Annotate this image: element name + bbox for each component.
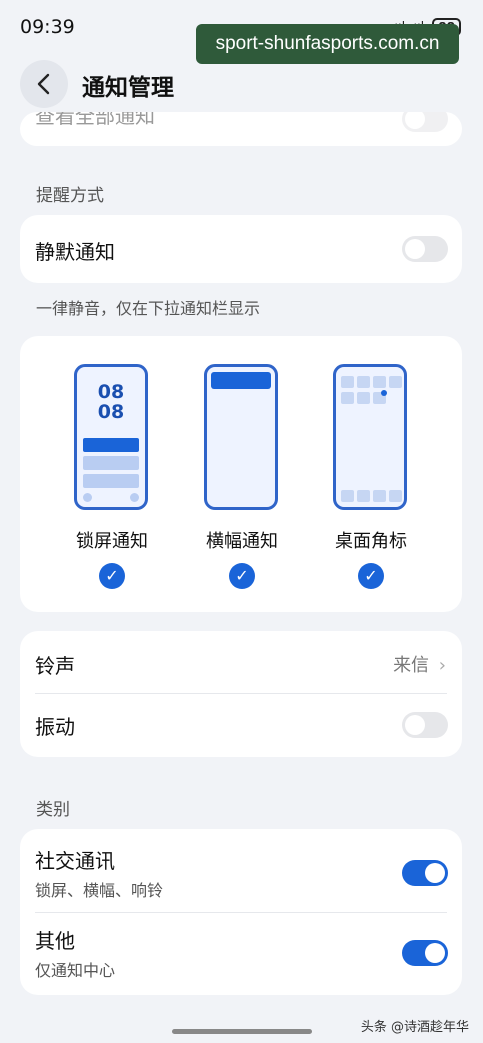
social-toggle[interactable] bbox=[402, 860, 448, 886]
sound-card: 铃声 来信 › 振动 bbox=[20, 631, 462, 757]
chevron-right-icon: › bbox=[438, 655, 446, 676]
vibration-toggle[interactable] bbox=[402, 712, 448, 738]
ringtone-value-text: 来信 bbox=[393, 655, 430, 676]
style-label-banner: 横幅通知 bbox=[206, 531, 278, 552]
lockscreen-notification-bar bbox=[83, 456, 139, 470]
lockscreen-dot-left bbox=[83, 493, 92, 502]
lockscreen-notification-bar bbox=[83, 438, 139, 452]
ringtone-value: 来信 › bbox=[393, 651, 446, 677]
category-label-social: 社交通讯 bbox=[35, 849, 115, 873]
other-toggle[interactable] bbox=[402, 940, 448, 966]
vibration-label: 振动 bbox=[35, 715, 75, 739]
dock-tile bbox=[357, 490, 370, 502]
banner-bar bbox=[211, 372, 271, 389]
category-sub-other: 仅通知中心 bbox=[35, 961, 116, 980]
lockscreen-dot-right bbox=[130, 493, 139, 502]
badge-dot bbox=[381, 390, 387, 396]
section-label-reminder: 提醒方式 bbox=[36, 186, 104, 206]
style-label-badge: 桌面角标 bbox=[335, 531, 407, 552]
lockscreen-time-top: 08 bbox=[97, 381, 125, 403]
app-tile bbox=[341, 376, 354, 388]
lockscreen-notification-bar bbox=[83, 474, 139, 488]
category-row-social[interactable]: 社交通讯 锁屏、横幅、响铃 bbox=[20, 829, 462, 912]
category-card: 社交通讯 锁屏、横幅、响铃 其他 仅通知中心 bbox=[20, 829, 462, 995]
header: 通知管理 bbox=[0, 56, 483, 110]
app-tile bbox=[373, 376, 386, 388]
app-tile bbox=[357, 392, 370, 404]
show-all-card: 查看全部通知 bbox=[20, 112, 462, 146]
style-label-lockscreen: 锁屏通知 bbox=[76, 531, 148, 552]
category-row-other[interactable]: 其他 仅通知中心 bbox=[20, 913, 462, 995]
vibration-row[interactable]: 振动 bbox=[20, 694, 462, 757]
app-tile bbox=[341, 392, 354, 404]
back-button[interactable] bbox=[20, 60, 68, 108]
banner-preview[interactable] bbox=[204, 364, 278, 510]
partial-toggle[interactable] bbox=[402, 112, 448, 132]
silent-toggle[interactable] bbox=[402, 236, 448, 262]
home-indicator[interactable] bbox=[172, 1029, 312, 1034]
app-tile bbox=[389, 376, 402, 388]
lockscreen-preview[interactable]: 08 08 bbox=[74, 364, 148, 510]
dock-tile bbox=[341, 490, 354, 502]
toggle-knob bbox=[425, 943, 445, 963]
silent-row[interactable]: 静默通知 bbox=[20, 215, 462, 283]
section-label-category: 类别 bbox=[36, 800, 70, 820]
styles-card: 08 08 锁屏通知 ✓ 横幅通知 ✓ 桌面角标 ✓ bbox=[20, 336, 462, 612]
status-time: 09:39 bbox=[20, 16, 75, 38]
ringtone-label: 铃声 bbox=[35, 654, 75, 678]
partial-row-label: 查看全部通知 bbox=[35, 112, 155, 128]
toggle-knob bbox=[405, 112, 425, 129]
category-sub-social: 锁屏、横幅、响铃 bbox=[35, 881, 164, 900]
toggle-knob bbox=[405, 239, 425, 259]
badge-preview[interactable] bbox=[333, 364, 407, 510]
toggle-knob bbox=[405, 715, 425, 735]
check-icon-lockscreen[interactable]: ✓ bbox=[99, 563, 125, 589]
chevron-left-icon bbox=[37, 73, 50, 95]
toggle-knob bbox=[425, 863, 445, 883]
dock-tile bbox=[373, 490, 386, 502]
category-label-other: 其他 bbox=[35, 929, 75, 953]
silent-card: 静默通知 bbox=[20, 215, 462, 283]
dock-tile bbox=[389, 490, 402, 502]
watermark-bottom: 头条 @诗酒趁年华 bbox=[360, 1020, 469, 1035]
silent-hint: 一律静音，仅在下拉通知栏显示 bbox=[36, 299, 261, 318]
check-icon-banner[interactable]: ✓ bbox=[229, 563, 255, 589]
app-tile bbox=[357, 376, 370, 388]
check-icon-badge[interactable]: ✓ bbox=[358, 563, 384, 589]
page-title: 通知管理 bbox=[82, 75, 174, 101]
lockscreen-time-bottom: 08 bbox=[97, 401, 125, 423]
ringtone-row[interactable]: 铃声 来信 › bbox=[20, 631, 462, 693]
silent-label: 静默通知 bbox=[35, 240, 115, 264]
